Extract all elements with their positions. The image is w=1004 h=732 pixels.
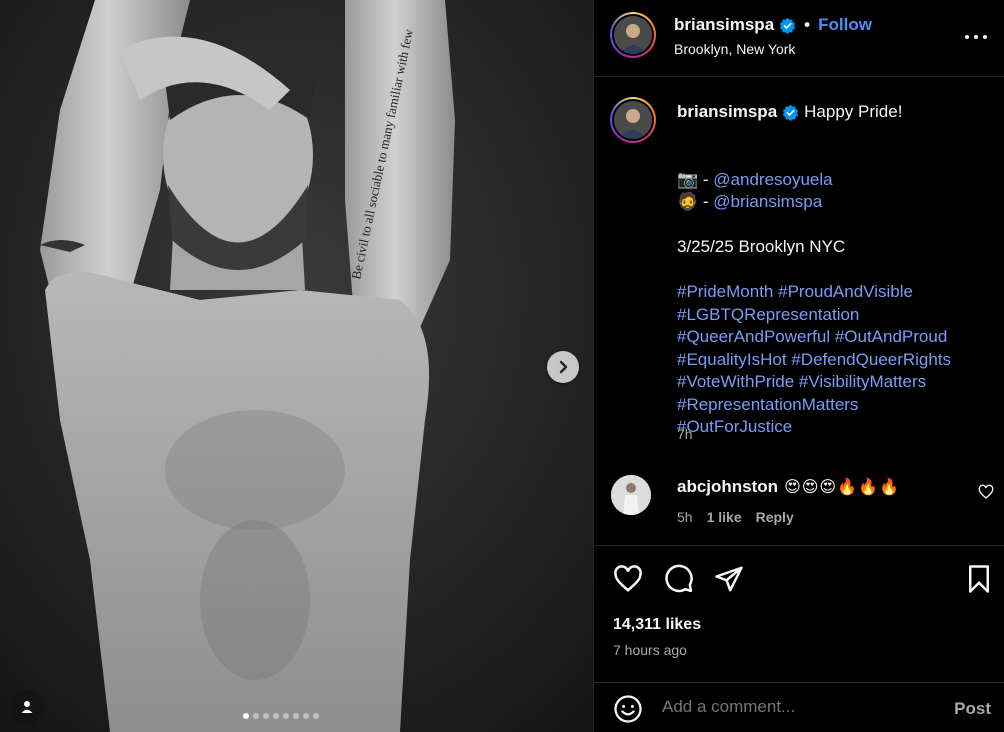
add-comment-bar: Post bbox=[594, 682, 1004, 732]
caption-username[interactable]: briansimspa bbox=[677, 102, 777, 122]
author-avatar[interactable] bbox=[610, 12, 656, 58]
comment-text: 😍😍😍🔥🔥🔥 bbox=[784, 479, 900, 496]
commenter-avatar[interactable] bbox=[611, 475, 651, 515]
carousel-dot bbox=[313, 713, 319, 719]
post-media[interactable]: Be civil to all sociable to many familia… bbox=[0, 0, 593, 732]
hashtag-line[interactable]: #PrideMonth #ProudAndVisible bbox=[677, 281, 997, 304]
emoji-icon[interactable] bbox=[613, 694, 643, 724]
hashtag-line[interactable]: #EqualityIsHot #DefendQueerRights bbox=[677, 349, 997, 372]
post-age[interactable]: 7 hours ago bbox=[613, 642, 687, 658]
hashtag-line[interactable]: #LGBTQRepresentation bbox=[677, 304, 997, 327]
separator-dot: • bbox=[804, 15, 811, 34]
more-dot-icon bbox=[965, 35, 969, 39]
comment-heart-icon[interactable] bbox=[978, 484, 994, 500]
camera-emoji-prefix: 📷 - bbox=[677, 169, 714, 189]
follow-button[interactable]: Follow bbox=[818, 15, 872, 35]
tagged-users-button[interactable] bbox=[10, 690, 44, 724]
comment-meta: 5h 1 like Reply bbox=[677, 509, 794, 525]
chevron-right-icon bbox=[559, 360, 568, 374]
share-icon[interactable] bbox=[714, 564, 744, 594]
hashtag-line[interactable]: #RepresentationMatters bbox=[677, 394, 997, 417]
comment-reply-button[interactable]: Reply bbox=[756, 509, 794, 525]
bookmark-icon[interactable] bbox=[964, 564, 994, 594]
caption-first-line: Happy Pride! bbox=[804, 102, 903, 121]
person-emoji-prefix: 🧔 - bbox=[677, 192, 714, 211]
avatar-photo bbox=[611, 475, 651, 515]
comment-icon[interactable] bbox=[664, 564, 694, 594]
comment-input[interactable] bbox=[662, 697, 932, 717]
post-details-panel: briansimspa • Follow Brooklyn, New York bbox=[593, 0, 1004, 732]
likes-count[interactable]: 14,311 likes bbox=[613, 616, 701, 634]
caption-timestamp[interactable]: 7h bbox=[677, 426, 693, 442]
caption-date-line: 3/25/25 Brooklyn NYC bbox=[677, 237, 846, 256]
carousel-dot bbox=[273, 713, 279, 719]
person-icon bbox=[21, 701, 33, 713]
more-dot-icon bbox=[983, 35, 987, 39]
hashtag-line[interactable]: #VoteWithPride #VisibilityMatters bbox=[677, 371, 997, 394]
caption-author-avatar[interactable] bbox=[610, 97, 656, 143]
post-actions: 14,311 likes 7 hours ago bbox=[594, 545, 1004, 675]
commenter-username[interactable]: abcjohnston bbox=[677, 477, 778, 497]
more-options-button[interactable] bbox=[965, 26, 987, 48]
comment-likes[interactable]: 1 like bbox=[707, 509, 742, 525]
verified-badge-icon bbox=[783, 104, 799, 121]
avatar-photo bbox=[614, 16, 652, 54]
carousel-dot bbox=[253, 713, 259, 719]
hashtag-line[interactable]: #QueerAndPowerful #OutAndProud bbox=[677, 326, 997, 349]
more-dot-icon bbox=[974, 35, 978, 39]
post-header: briansimspa • Follow Brooklyn, New York bbox=[594, 0, 1004, 77]
caption-credit-line: 🧔 - @briansimspa bbox=[677, 191, 997, 214]
next-slide-button[interactable] bbox=[547, 351, 579, 383]
photographer-mention-link[interactable]: @andresoyuela bbox=[713, 170, 832, 189]
post-comment-button[interactable]: Post bbox=[954, 699, 991, 719]
verified-badge-icon bbox=[780, 17, 796, 34]
caption-body: 📷 - @andresoyuela 🧔 - @briansimspa 3/25/… bbox=[677, 146, 997, 439]
post-photo: Be civil to all sociable to many familia… bbox=[0, 0, 593, 732]
author-mention-link[interactable]: @briansimspa bbox=[713, 192, 822, 211]
hashtag-line[interactable]: #OutForJustice bbox=[677, 416, 997, 439]
carousel-dot bbox=[263, 713, 269, 719]
heart-icon[interactable] bbox=[613, 564, 643, 594]
caption-credit-line: 📷 - @andresoyuela bbox=[677, 169, 997, 192]
carousel-dot bbox=[283, 713, 289, 719]
carousel-dot bbox=[293, 713, 299, 719]
post-location[interactable]: Brooklyn, New York bbox=[674, 41, 795, 57]
carousel-dot bbox=[243, 713, 249, 719]
author-username[interactable]: briansimspa bbox=[674, 15, 774, 35]
avatar-photo bbox=[614, 101, 652, 139]
carousel-dots bbox=[243, 713, 319, 719]
carousel-dot bbox=[303, 713, 309, 719]
comment-time[interactable]: 5h bbox=[677, 509, 693, 525]
